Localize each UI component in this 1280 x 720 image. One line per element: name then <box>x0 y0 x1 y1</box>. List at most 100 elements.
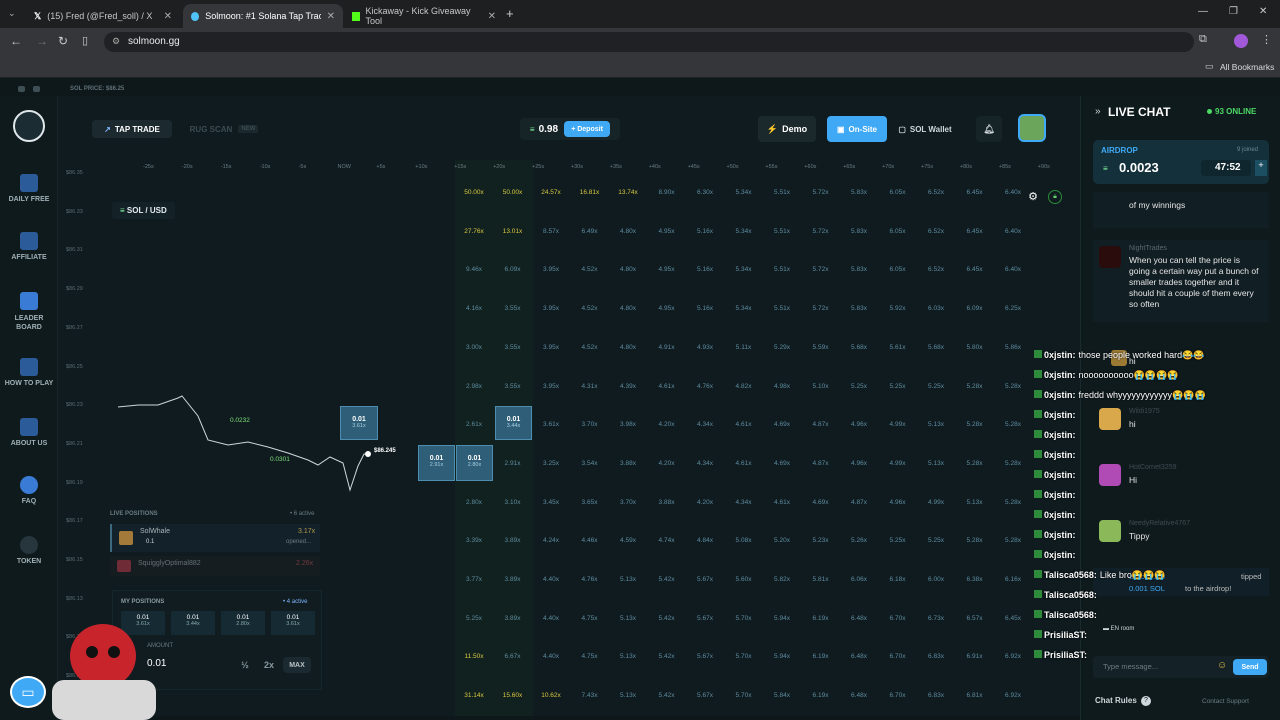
badge-icon <box>1034 610 1042 618</box>
sidebar-about-us[interactable]: ABOUT US <box>0 418 58 447</box>
stream-chat-line: Talisca0568: <box>1034 610 1100 620</box>
sidebar-token[interactable]: TOKEN <box>0 536 58 565</box>
wallet-icon: ▣ <box>836 124 845 134</box>
trader-mult: 2.26x <box>296 560 314 567</box>
demo-button[interactable]: ⚡ Demo <box>758 116 816 142</box>
nav-label: HOW TO PLAY <box>4 380 54 387</box>
browser-tab-bar: ⌄ 𝕏 (15) Fred (@Fred_soll) / X ✕ Solmoon… <box>0 0 1280 28</box>
balance-box: ≡ 0.98 + Deposit <box>520 118 620 140</box>
collapse-icon[interactable]: » <box>1095 106 1101 117</box>
avatar <box>117 560 131 572</box>
chat-bubble-button[interactable]: ▭ <box>10 676 46 708</box>
tap-trade-tab[interactable]: ↗ TAP TRADE <box>92 120 172 138</box>
close-icon[interactable]: ✕ <box>164 11 172 22</box>
tap-trade-grid: $86.35 $86.33 $86.31 $86.29 $86.27 $86.25 $86.… <box>58 160 1080 716</box>
people-icon <box>20 418 38 436</box>
bolt-icon: ⚡ <box>766 123 779 134</box>
solmoon-logo[interactable] <box>13 110 45 142</box>
tab-x[interactable]: 𝕏 (15) Fred (@Fred_soll) / X ✕ <box>26 4 180 28</box>
back-icon[interactable]: ← <box>10 34 22 48</box>
send-button[interactable]: Send <box>1233 659 1267 675</box>
new-tab-icon[interactable]: + <box>506 6 514 21</box>
on-site-button[interactable]: ▣ On-Site <box>827 116 887 142</box>
tab-search-icon[interactable]: ⌄ <box>8 8 16 19</box>
stream-chat-line: 0xjstin: <box>1034 510 1079 520</box>
twitter-icon[interactable] <box>33 86 40 92</box>
chip-mult: 3.44x <box>186 621 200 627</box>
tab-kickaway[interactable]: Kickaway - Kick Giveaway Tool ✕ <box>344 4 504 28</box>
column-header: +20s <box>493 164 506 170</box>
live-position-row: SolWhale 0.1 3.17x opened... <box>110 524 320 552</box>
sidebar-how-to-play[interactable]: HOW TO PLAY <box>0 358 58 387</box>
close-icon[interactable]: ✕ <box>327 11 335 22</box>
url-field[interactable]: ⚙ solmoon.gg <box>104 32 1194 52</box>
position-chip[interactable]: 0.01 3.44x <box>171 611 215 635</box>
column-header: -20s <box>181 164 193 170</box>
chat-message: NeedyRelative4767 Tippy <box>1093 516 1269 552</box>
message-text: hi <box>1129 419 1136 429</box>
maximize-icon[interactable]: ❐ <box>1229 6 1238 17</box>
discord-icon[interactable] <box>18 86 25 92</box>
room-selector[interactable]: ▬ EN room <box>1103 626 1147 638</box>
chat-message: Wildi1975 hi <box>1093 404 1269 440</box>
bet-chip-3[interactable]: 0.01 2.91x <box>418 445 455 481</box>
wallet-icon: ▢ <box>898 124 906 134</box>
bet-chip-2[interactable]: 0.01 3.44x <box>495 406 532 440</box>
close-icon[interactable]: ✕ <box>488 11 496 22</box>
extensions-icon[interactable]: ⧉ <box>1199 33 1207 46</box>
notifications-button[interactable]: 🔔︎ <box>976 116 1002 142</box>
add-icon[interactable]: + <box>1255 160 1267 176</box>
sidebar-leaderboard[interactable]: LEADER BOARD <box>0 292 58 332</box>
stream-chat-user: 0xjstin: <box>1044 410 1076 420</box>
badge-icon <box>1034 390 1042 398</box>
max-button[interactable]: MAX <box>283 657 311 673</box>
window-close-icon[interactable]: ✕ <box>1259 6 1267 17</box>
column-header: +35s <box>609 164 622 170</box>
menu-icon[interactable]: ⋮ <box>1261 33 1272 46</box>
site-info-icon[interactable]: ⚙ <box>112 36 120 47</box>
deposit-button[interactable]: + Deposit <box>564 121 611 137</box>
rug-scan-tab[interactable]: RUG SCAN NEW <box>178 120 270 138</box>
sidebar-daily-free[interactable]: DAILY FREE <box>0 174 58 203</box>
sol-wallet-button[interactable]: ▢ SOL Wallet <box>892 116 958 142</box>
chat-rules-link[interactable]: Chat Rules <box>1095 696 1137 705</box>
message-input[interactable]: Type message... ☺ Send <box>1093 656 1269 678</box>
nav-label: DAILY FREE <box>8 196 50 203</box>
stream-chat-user: PrisiliaST: <box>1044 630 1088 640</box>
position-chip[interactable]: 0.01 2.80x <box>221 611 265 635</box>
position-chip[interactable]: 0.01 3.61x <box>271 611 315 635</box>
half-button[interactable]: ½ <box>235 657 255 673</box>
minimize-icon[interactable]: — <box>1198 6 1208 17</box>
contact-support-link[interactable]: Contact Support <box>1202 698 1249 705</box>
nav-label: AFFILIATE <box>11 254 47 261</box>
mascot-head <box>70 624 136 688</box>
trader-status: opened... <box>286 539 312 545</box>
lock-icon[interactable]: 🔒︎ <box>1048 190 1062 204</box>
all-bookmarks[interactable]: All Bookmarks <box>1220 62 1274 72</box>
sidepanel-icon[interactable]: ▯ <box>82 34 88 47</box>
trader-name: SquigglyOptimal882 <box>138 560 201 567</box>
double-button[interactable]: 2x <box>259 657 279 673</box>
tab-solmoon[interactable]: Solmoon: #1 Solana Tap Tradin ✕ <box>183 4 343 28</box>
profile-avatar[interactable] <box>1234 34 1248 48</box>
settings-icon[interactable]: ⚙ <box>1026 190 1040 204</box>
bet-chip-1[interactable]: 0.01 3.61x <box>340 406 378 440</box>
bet-chip-4[interactable]: 0.01 2.80x <box>456 445 493 481</box>
stream-chat-text: those people worked hard😂😂 <box>1078 350 1205 360</box>
bet-amount: 0.01 <box>506 416 521 423</box>
sidebar-affiliate[interactable]: AFFILIATE <box>0 232 58 261</box>
site-header: ↗ TAP TRADE RUG SCAN NEW ≡ 0.98 + Deposit… <box>58 96 1080 160</box>
sidebar-faq[interactable]: FAQ <box>0 476 58 505</box>
reload-icon[interactable]: ↻ <box>58 34 68 48</box>
column-header: +5s <box>376 164 386 170</box>
user-avatar[interactable] <box>1018 114 1046 142</box>
mascot-body <box>52 680 156 720</box>
gift-icon <box>20 174 38 192</box>
chat-message: of my winnings <box>1093 192 1269 228</box>
badge-icon <box>1034 510 1042 518</box>
forward-icon[interactable]: → <box>36 34 48 48</box>
help-icon[interactable]: ? <box>1141 696 1151 706</box>
avatar <box>1099 464 1121 486</box>
live-positions-panel: LIVE POSITIONS • 6 active SolWhale 0.1 3… <box>108 508 323 588</box>
emoji-icon[interactable]: ☺ <box>1217 660 1227 671</box>
